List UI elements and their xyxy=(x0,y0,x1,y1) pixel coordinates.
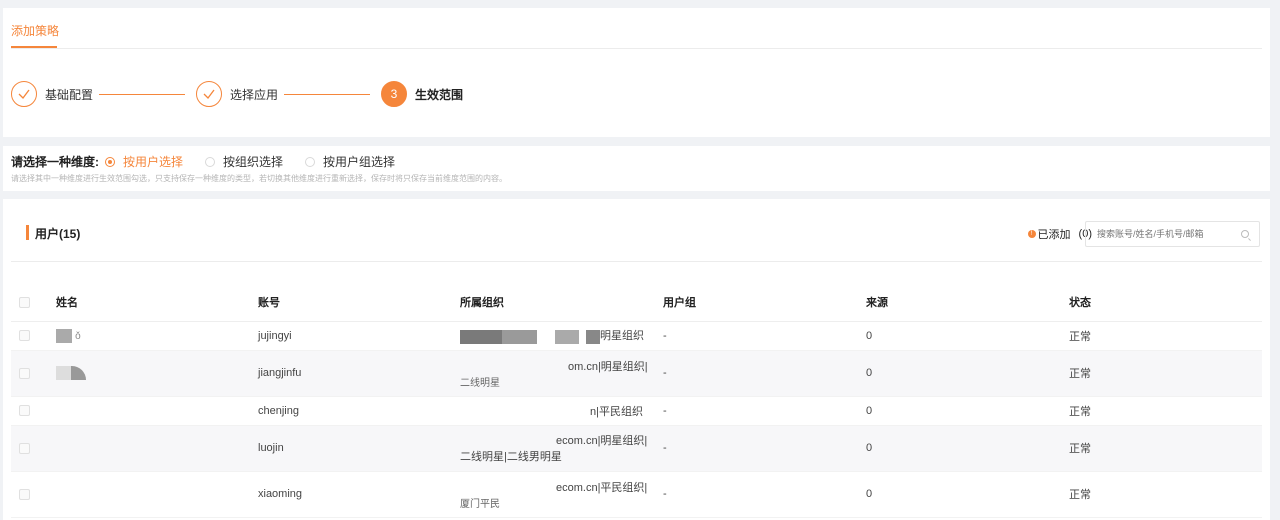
dimension-hint: 请选择其中一种维度进行生效范围勾选，只支持保存一种维度的类型，若切换其他维度进行… xyxy=(11,174,507,183)
radio-by-org[interactable]: 按组织选择 xyxy=(205,153,283,170)
section-title: 用户(15) xyxy=(35,227,81,241)
source-cell: 0 xyxy=(866,396,1069,426)
source-cell: 0 xyxy=(866,425,1069,472)
org-cell: om.cn|明星组织| 二线明星 xyxy=(460,350,663,397)
section-accent-bar xyxy=(26,225,29,240)
column-header: 用户组 xyxy=(663,284,866,322)
table-row[interactable]: jiangjinfu om.cn|明星组织| 二线明星 - 0 正常 xyxy=(11,350,1262,397)
radio-checked-icon xyxy=(105,156,115,167)
tab-divider xyxy=(11,48,1262,49)
table-row[interactable]: xiaoming ecom.cn|平民组织| 厦门平民 - 0 正常 xyxy=(11,471,1262,518)
check-icon xyxy=(196,81,222,107)
avatar xyxy=(56,366,86,380)
check-icon xyxy=(11,81,37,107)
source-cell: 0 xyxy=(866,321,1069,351)
users-table: 姓名 账号 所属组织 用户组 来源 状态 ǒ jujingyi 明星组织 - 0… xyxy=(11,284,1262,518)
select-all-checkbox[interactable] xyxy=(19,296,30,308)
avatar xyxy=(56,328,72,343)
source-cell: 0 xyxy=(866,350,1069,397)
group-cell: - xyxy=(663,321,866,351)
step-connector xyxy=(99,94,185,95)
table-row[interactable]: luojin ecom.cn|明星组织| 二线明星|二线男明星 - 0 正常 xyxy=(11,425,1262,472)
column-header: 来源 xyxy=(866,284,1069,322)
step-label: 生效范围 xyxy=(415,87,464,102)
account-cell: jujingyi xyxy=(258,321,460,351)
step-select-app[interactable]: 选择应用 xyxy=(196,81,278,107)
row-checkbox[interactable] xyxy=(19,367,30,379)
account-cell: jiangjinfu xyxy=(258,350,460,397)
name-cell xyxy=(56,425,258,472)
status-cell: 正常 xyxy=(1069,425,1262,472)
users-card: 用户(15) ! 已添加 (0) 姓名 账号 所属组织 用户组 来源 状态 ǒ xyxy=(3,199,1270,520)
step-connector xyxy=(284,94,370,95)
search-icon[interactable] xyxy=(1241,230,1249,238)
step-label: 基础配置 xyxy=(45,87,94,102)
step-number-badge: 3 xyxy=(381,81,407,107)
table-header-row: 姓名 账号 所属组织 用户组 来源 状态 xyxy=(11,284,1262,322)
account-cell: luojin xyxy=(258,425,460,472)
steps-card: 添加策略 基础配置 选择应用 3 生效范围 xyxy=(3,8,1270,137)
status-cell: 正常 xyxy=(1069,321,1262,351)
row-checkbox[interactable] xyxy=(19,488,30,500)
org-cell: ecom.cn|平民组织| 厦门平民 xyxy=(460,471,663,518)
column-header: 账号 xyxy=(258,284,460,322)
group-cell: - xyxy=(663,396,866,426)
column-header: 状态 xyxy=(1069,284,1262,322)
source-cell: 0 xyxy=(866,471,1069,518)
table-row[interactable]: ǒ jujingyi 明星组织 - 0 正常 xyxy=(11,321,1262,351)
table-row[interactable]: chenjing n|平民组织 - 0 正常 xyxy=(11,396,1262,426)
radio-by-usergroup[interactable]: 按用户组选择 xyxy=(305,153,395,170)
status-cell: 正常 xyxy=(1069,396,1262,426)
step-basic-config[interactable]: 基础配置 xyxy=(11,81,93,107)
info-icon: ! xyxy=(1027,230,1036,238)
step-scope[interactable]: 3 生效范围 xyxy=(381,81,463,107)
org-cell: ecom.cn|明星组织| 二线明星|二线男明星 xyxy=(460,425,663,472)
row-checkbox[interactable] xyxy=(19,442,30,454)
column-header: 姓名 xyxy=(56,284,258,322)
search-input[interactable] xyxy=(1097,229,1237,239)
account-cell: xiaoming xyxy=(258,471,460,518)
radio-unchecked-icon xyxy=(305,156,316,167)
tab-add-policy[interactable]: 添加策略 xyxy=(11,22,59,39)
status-cell: 正常 xyxy=(1069,350,1262,397)
account-cell: chenjing xyxy=(258,396,460,426)
section-divider xyxy=(11,261,1262,262)
step-label: 选择应用 xyxy=(230,87,279,102)
org-cell: n|平民组织 xyxy=(460,396,663,426)
row-checkbox[interactable] xyxy=(19,405,30,416)
org-cell: 明星组织 xyxy=(460,321,663,351)
search-box[interactable] xyxy=(1085,221,1260,247)
group-cell: - xyxy=(663,350,866,397)
added-indicator[interactable]: ! 已添加 (0) xyxy=(1027,226,1092,242)
radio-by-user[interactable]: 按用户选择 xyxy=(105,153,183,170)
row-checkbox[interactable] xyxy=(19,330,30,341)
name-cell xyxy=(56,471,258,518)
name-cell xyxy=(56,396,258,426)
column-header: 所属组织 xyxy=(460,284,663,322)
radio-unchecked-icon xyxy=(205,156,216,167)
group-cell: - xyxy=(663,471,866,518)
group-cell: - xyxy=(663,425,866,472)
dimension-card: 请选择一种维度: 按用户选择 按组织选择 按用户组选择 请选择其中一种维度进行生… xyxy=(3,146,1270,191)
dimension-title: 请选择一种维度: xyxy=(11,155,99,169)
status-cell: 正常 xyxy=(1069,471,1262,518)
